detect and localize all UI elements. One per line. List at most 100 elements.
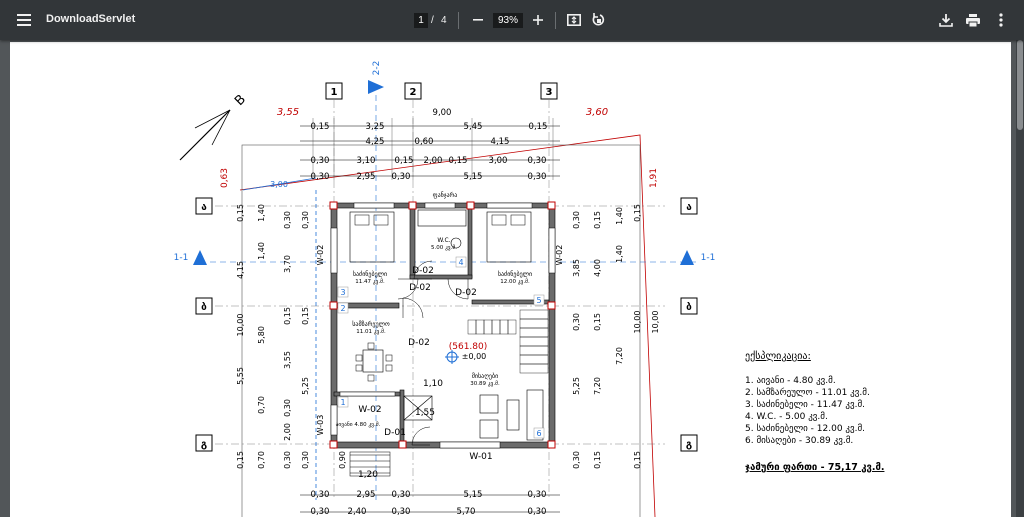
bed: [486, 211, 532, 263]
dimension-value: 3,85: [572, 259, 581, 277]
dimension-value: 5,70: [457, 507, 476, 517]
dimension-value: 0,15: [236, 204, 245, 222]
window-opening: [353, 202, 395, 209]
stair-step: [519, 363, 549, 374]
room-number: 5: [536, 296, 541, 305]
toolbar-divider: [555, 12, 556, 29]
document-title: DownloadServlet: [46, 13, 136, 25]
dimension-value: 3,55: [283, 351, 292, 369]
dimension-value: 0,30: [301, 211, 310, 229]
dimension-value: 0,15: [283, 307, 292, 325]
dimension-value: 0,30: [283, 399, 292, 417]
dimension-value: 0,30: [392, 172, 411, 182]
scroll-thumb[interactable]: [1017, 40, 1023, 130]
dimension-value: 1,20: [358, 470, 378, 480]
dimension-value: 1,40: [257, 242, 266, 260]
dimension-value: 1,40: [615, 245, 624, 263]
armchair: [479, 394, 499, 414]
window-opening: [439, 441, 501, 449]
dimension-value: 0,15: [593, 451, 602, 469]
section-2-arrow: [368, 80, 384, 94]
print-icon[interactable]: [961, 8, 985, 32]
section-1-label: 1-1: [174, 253, 189, 263]
dimension-value: 0,30: [528, 490, 547, 500]
dimension-value: 0,70: [257, 396, 266, 414]
dimension-value: 5,80: [257, 326, 266, 344]
axis-side-marker-label: ბ: [686, 301, 692, 313]
dimension-value: 2,95: [357, 490, 376, 500]
pdf-toolbar: DownloadServlet 1 / 4 93%: [0, 0, 1024, 40]
fit-page-icon[interactable]: [562, 8, 586, 32]
room-name: საძინებელი: [353, 271, 387, 278]
chair: [385, 354, 393, 362]
room-number: 6: [536, 429, 541, 438]
dimension-value: 5,25: [572, 377, 581, 395]
dimension-value: 0,60: [415, 137, 434, 147]
door-label: D-02: [409, 283, 431, 293]
dimension-value: 0,15: [449, 156, 468, 166]
axis-side-marker-label: გ: [686, 439, 692, 450]
more-options-icon[interactable]: [989, 8, 1013, 32]
dimension-value: 4,15: [236, 261, 245, 279]
door-label: D-02: [412, 266, 434, 276]
dining-table: [362, 349, 384, 373]
dimension-value: 0,30: [572, 313, 581, 331]
window-label: W-01: [469, 452, 492, 462]
room-name: W.C.: [437, 237, 450, 244]
stair-step: [519, 345, 549, 356]
zoom-input[interactable]: 93%: [493, 13, 523, 28]
dimension-value: 0,15: [593, 313, 602, 331]
axis-side-marker-label: გ: [201, 439, 207, 450]
page-number-input[interactable]: 1: [414, 13, 428, 28]
axis-side-marker-label: ა: [686, 202, 692, 213]
room-number: 2: [340, 304, 345, 313]
zoom-out-button[interactable]: [466, 8, 490, 32]
north-arrow-icon: [211, 109, 231, 146]
door-label: D-02: [408, 338, 430, 348]
chair: [355, 354, 363, 362]
legend-title: ექსპლიკაცია:: [745, 350, 811, 362]
menu-icon[interactable]: [12, 8, 36, 32]
column: [398, 440, 407, 449]
room-number: 3: [340, 288, 345, 297]
column: [547, 201, 556, 210]
dimension-value: 0,15: [311, 122, 330, 132]
zoom-in-button[interactable]: [526, 8, 550, 32]
dimension-value: 3,25: [366, 122, 385, 132]
stair-step: [475, 319, 485, 335]
stair-step: [519, 327, 549, 338]
window-label: W-03: [316, 415, 325, 436]
legend-item: 3. საძინებელი - 11.47 კვ.მ.: [745, 399, 865, 410]
dimension-value: 2,00: [424, 156, 443, 166]
bathtub: [417, 209, 467, 227]
legend-item: 5. საძინებელი - 12.00 კვ.მ.: [745, 423, 865, 434]
dimension-value: 10,00: [236, 314, 245, 337]
section-1-arrow: [680, 250, 694, 265]
axis-1-marker-label: 1: [331, 87, 338, 98]
legend-item: 6. მისაღები - 30.89 კვ.მ.: [745, 435, 853, 446]
level-value: (561.80): [449, 342, 488, 352]
stair-step: [519, 354, 549, 365]
dimension-value: 3,70: [283, 255, 292, 273]
dimension-value: 0,30: [528, 156, 547, 166]
armchair: [479, 419, 499, 439]
chair: [367, 342, 375, 350]
rotate-icon[interactable]: [587, 8, 611, 32]
dimension-total: 9,00: [433, 108, 452, 118]
pdf-viewer[interactable]: 1 2 3 ა ბ გ ა ბ გ 1-1 1-1 2-2 B 3,55 3,60 0,63 1,91 9,00 0…: [0, 40, 1024, 517]
dimension-value: 0,30: [528, 172, 547, 182]
red-dimension: 0,63: [220, 168, 230, 188]
legend-item: 4. W.C. - 5.00 კვ.მ.: [745, 411, 828, 422]
dimension-value: 0,15: [395, 156, 414, 166]
dimension-value: 1,10: [423, 379, 443, 389]
page-total: 4: [441, 15, 447, 26]
window-opening: [330, 227, 338, 274]
dimension-value: 0,30: [311, 172, 330, 182]
legend-item: 1. აივანი - 4.80 კვ.მ.: [745, 375, 836, 386]
dimension-value: 7,20: [615, 347, 624, 365]
dimension-value: 5,15: [464, 172, 483, 182]
dimension-value: 3,10: [357, 156, 376, 166]
download-icon[interactable]: [934, 8, 958, 32]
legend-item: 2. სამზარეულო - 11.01 კვ.მ.: [745, 387, 870, 398]
bed: [349, 211, 395, 263]
